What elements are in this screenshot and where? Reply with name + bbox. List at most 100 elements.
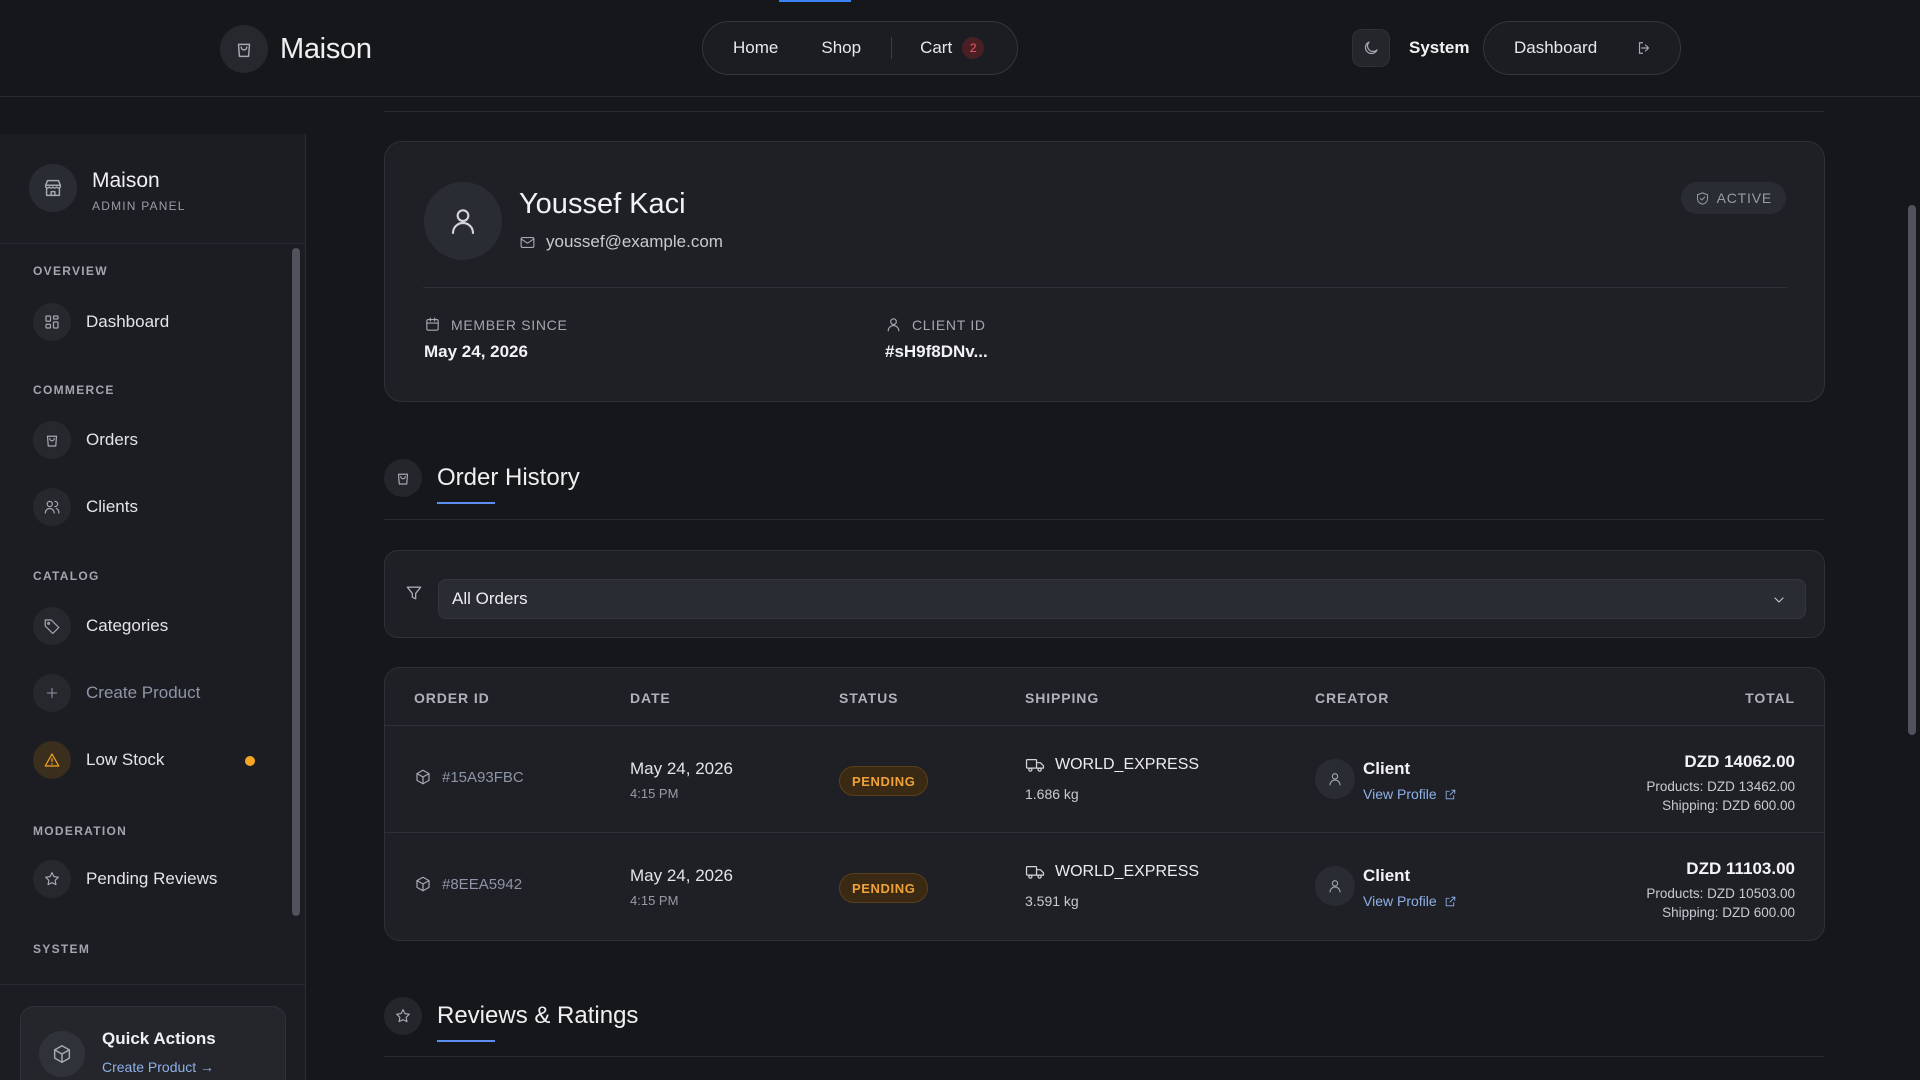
nav-separator xyxy=(891,37,893,59)
view-profile-link[interactable]: View Profile xyxy=(1363,786,1457,802)
view-profile-link[interactable]: View Profile xyxy=(1363,893,1457,909)
user-icon xyxy=(1315,759,1355,799)
order-time: 4:15 PM xyxy=(630,786,679,801)
client-id-label: CLIENT ID xyxy=(885,316,986,333)
user-icon xyxy=(887,318,900,332)
shipping-method: WORLD_EXPRESS xyxy=(1025,756,1199,774)
section-moderation: MODERATION xyxy=(33,824,128,838)
client-email-text: youssef@example.com xyxy=(546,232,723,251)
shipping-method: WORLD_EXPRESS xyxy=(1025,863,1199,881)
shipping-weight: 1.686 kg xyxy=(1025,786,1079,802)
table-row: #15A93FBC May 24, 2026 4:15 PM PENDING W… xyxy=(385,726,1824,833)
page-scrollbar[interactable] xyxy=(1908,205,1916,735)
quick-actions-title: Quick Actions xyxy=(102,1029,216,1048)
shopping-bag-icon xyxy=(33,421,71,459)
order-total: DZD 14062.00 Products: DZD 13462.00 Ship… xyxy=(1646,752,1795,815)
section-system: SYSTEM xyxy=(33,942,91,956)
user-icon xyxy=(1315,866,1355,906)
sidebar-item-label: Categories xyxy=(86,616,169,635)
column-header-shipping: SHIPPING xyxy=(1025,690,1100,706)
client-email: youssef@example.com xyxy=(519,232,723,252)
column-header-status: STATUS xyxy=(839,690,899,706)
sidebar-item-clients[interactable]: Clients xyxy=(33,487,138,527)
admin-sidebar: Maison ADMIN PANEL OVERVIEW Dashboard CO… xyxy=(0,134,306,1080)
shipping-method-text: WORLD_EXPRESS xyxy=(1055,863,1200,880)
section-catalog: CATALOG xyxy=(33,569,100,583)
dashboard-button[interactable]: Dashboard xyxy=(1483,21,1681,75)
profile-divider xyxy=(423,287,1787,288)
nav-shop-link[interactable]: Shop xyxy=(821,38,861,58)
section-underline xyxy=(437,502,495,504)
sidebar-item-label: Orders xyxy=(86,430,138,449)
client-name: Youssef Kaci xyxy=(519,188,686,220)
member-since-label: MEMBER SINCE xyxy=(424,316,568,333)
order-id-link[interactable]: #8EEA5942 xyxy=(414,875,522,893)
truck-icon xyxy=(1025,866,1045,879)
warning-icon xyxy=(33,741,71,779)
sidebar-item-create-product[interactable]: Create Product xyxy=(33,673,200,713)
column-header-date: DATE xyxy=(630,690,671,706)
status-badge-text: ACTIVE xyxy=(1716,190,1772,206)
moon-icon xyxy=(1364,41,1378,55)
nav-cart-label: Cart xyxy=(920,38,953,57)
order-shipping-amount: Shipping: DZD 600.00 xyxy=(1662,905,1795,920)
brand-logo-link[interactable]: Maison xyxy=(220,25,372,73)
package-icon xyxy=(416,769,430,785)
client-id-value: #sH9f8DNv... xyxy=(885,342,988,361)
sidebar-scrollbar[interactable] xyxy=(292,248,300,916)
sidebar-item-dashboard[interactable]: Dashboard xyxy=(33,302,169,342)
client-profile-card: Youssef Kaci youssef@example.com ACTIVE … xyxy=(384,141,1825,402)
section-underline xyxy=(437,1040,495,1042)
order-status-select[interactable]: All Orders xyxy=(438,579,1806,619)
order-total-amount: DZD 14062.00 xyxy=(1684,752,1795,771)
reviews-title: Reviews & Ratings xyxy=(437,1002,638,1042)
order-products-amount: Products: DZD 13462.00 xyxy=(1646,779,1795,794)
order-date: May 24, 2026 xyxy=(630,759,734,778)
creator-name: Client xyxy=(1363,759,1411,778)
sidebar-divider xyxy=(0,984,306,985)
store-icon xyxy=(29,164,77,212)
main-nav: Home Shop Cart 2 xyxy=(702,21,1018,75)
order-history-title-text: Order History xyxy=(437,464,580,491)
chevron-down-icon xyxy=(1774,597,1784,603)
logout-icon xyxy=(1639,42,1650,54)
status-badge: ACTIVE xyxy=(1680,182,1786,214)
shopping-bag-icon xyxy=(384,459,422,497)
sidebar-title: Maison xyxy=(92,169,160,192)
sidebar-item-label: Clients xyxy=(86,497,138,516)
sidebar-item-low-stock[interactable]: Low Stock xyxy=(33,740,164,780)
member-since-label-text: MEMBER SINCE xyxy=(451,316,568,333)
theme-mode-label[interactable]: System xyxy=(1409,38,1469,58)
theme-toggle-button[interactable] xyxy=(1352,29,1390,67)
top-navigation-bar: Maison Home Shop Cart 2 System Dashboard xyxy=(0,0,1920,97)
dashboard-button-label: Dashboard xyxy=(1514,38,1598,57)
sidebar-item-orders[interactable]: Orders xyxy=(33,420,138,460)
reviews-heading: Reviews & Ratings xyxy=(384,997,638,1042)
sidebar-item-pending-reviews[interactable]: Pending Reviews xyxy=(33,859,217,899)
calendar-icon xyxy=(426,317,439,331)
external-link-icon xyxy=(1445,896,1455,906)
sidebar-item-categories[interactable]: Categories xyxy=(33,606,168,646)
nav-home-link[interactable]: Home xyxy=(733,38,778,58)
truck-icon xyxy=(1025,759,1045,772)
section-divider xyxy=(384,519,1824,520)
quick-actions-card: Quick Actions Create Product → xyxy=(20,1006,286,1080)
shopping-bag-icon xyxy=(220,25,268,73)
nav-cart-link[interactable]: Cart 2 xyxy=(920,37,985,59)
sidebar-header: Maison ADMIN PANEL xyxy=(0,134,305,244)
shipping-weight: 3.591 kg xyxy=(1025,893,1079,909)
sidebar-item-label: Create Product xyxy=(86,683,201,702)
star-icon xyxy=(33,860,71,898)
order-date: May 24, 2026 xyxy=(630,866,734,885)
users-icon xyxy=(33,488,71,526)
order-id-link[interactable]: #15A93FBC xyxy=(414,768,524,786)
orders-table: ORDER ID DATE STATUS SHIPPING CREATOR TO… xyxy=(384,667,1825,941)
client-id-label-text: CLIENT ID xyxy=(912,316,986,333)
package-icon xyxy=(416,876,430,892)
user-icon xyxy=(424,182,502,260)
shield-check-icon xyxy=(1696,191,1708,205)
external-link-icon xyxy=(1445,789,1455,799)
quick-create-product-link[interactable]: Create Product → xyxy=(102,1059,214,1075)
sidebar-item-label: Dashboard xyxy=(86,312,170,331)
view-profile-text: View Profile xyxy=(1363,893,1437,909)
